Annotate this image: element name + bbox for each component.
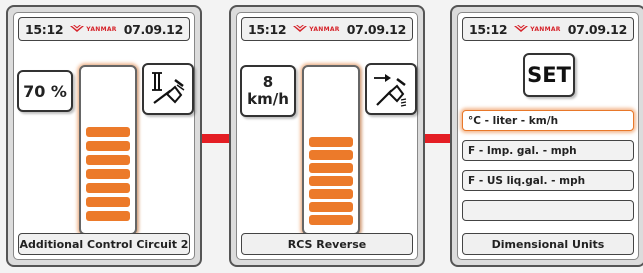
unit-option-us[interactable]: F - US liq.gal. - mph	[462, 170, 634, 191]
flow-gauge	[79, 65, 137, 235]
clock-time: 15:12	[25, 21, 64, 37]
gauge-segment	[309, 202, 353, 212]
function-label: Dimensional Units	[462, 233, 634, 255]
unit-option-metric[interactable]: °C - liter - km/h	[462, 110, 634, 131]
speed-gauge	[302, 65, 360, 235]
speed-value: 8 km/h	[240, 65, 296, 117]
yanmar-wings-icon	[293, 25, 308, 32]
speed-unit: km/h	[247, 90, 289, 108]
function-label: RCS Reverse	[241, 233, 413, 255]
connector-right	[425, 134, 451, 143]
yanmar-wings-icon	[514, 25, 529, 32]
screen-display: 15:12 YANMAR 07.09.12 SET °C - liter - k…	[457, 12, 639, 260]
function-label: Additional Control Circuit 2	[18, 233, 190, 255]
date: 07.09.12	[123, 21, 184, 37]
option-label: F - Imp. gal. - mph	[468, 144, 577, 157]
gauge-segment	[309, 215, 353, 225]
gauge-segment	[86, 127, 130, 137]
auxiliary-circuit-II-icon[interactable]	[142, 63, 194, 115]
date: 07.09.12	[346, 21, 407, 37]
screen-dimensional-units: 15:12 YANMAR 07.09.12 SET °C - liter - k…	[450, 5, 643, 267]
speed-number: 8	[262, 73, 274, 91]
yanmar-logo: YANMAR	[293, 25, 339, 33]
screen-display: 15:12 YANMAR 07.09.12 70 % Additional Co…	[13, 12, 195, 260]
screen-display: 15:12 YANMAR 07.09.12 8 km/h RCS Reverse	[236, 12, 418, 260]
gauge-segment	[86, 169, 130, 179]
set-button[interactable]: SET	[523, 53, 575, 97]
gauge-segment	[86, 197, 130, 207]
unit-option-imperial[interactable]: F - Imp. gal. - mph	[462, 140, 634, 161]
gauge-segment	[86, 141, 130, 151]
date: 07.09.12	[567, 21, 628, 37]
clock-time: 15:12	[469, 21, 508, 37]
connector-left	[202, 134, 230, 143]
rcs-reverse-icon[interactable]	[365, 63, 417, 115]
gauge-segment	[309, 137, 353, 147]
yanmar-wings-icon	[70, 25, 85, 32]
gauge-segment	[309, 176, 353, 186]
brand-text: YANMAR	[530, 25, 561, 33]
gauge-segment	[309, 163, 353, 173]
option-label: F - US liq.gal. - mph	[468, 174, 586, 187]
unit-option-empty[interactable]	[462, 200, 634, 221]
screen-additional-control-circuit: 15:12 YANMAR 07.09.12 70 % Additional Co…	[6, 5, 202, 267]
brand-text: YANMAR	[86, 25, 117, 33]
clock-time: 15:12	[248, 21, 287, 37]
status-header: 15:12 YANMAR 07.09.12	[462, 17, 634, 41]
flow-percent-value: 70 %	[17, 70, 73, 112]
brand-text: YANMAR	[309, 25, 340, 33]
gauge-segment	[309, 150, 353, 160]
gauge-segment	[86, 183, 130, 193]
gauge-segment	[86, 155, 130, 165]
status-header: 15:12 YANMAR 07.09.12	[241, 17, 413, 41]
status-header: 15:12 YANMAR 07.09.12	[18, 17, 190, 41]
gauge-segment	[309, 189, 353, 199]
option-label: °C - liter - km/h	[468, 114, 559, 127]
yanmar-logo: YANMAR	[514, 25, 560, 33]
yanmar-logo: YANMAR	[70, 25, 116, 33]
screen-rcs-reverse: 15:12 YANMAR 07.09.12 8 km/h RCS Reverse	[229, 5, 425, 267]
gauge-segment	[86, 211, 130, 221]
